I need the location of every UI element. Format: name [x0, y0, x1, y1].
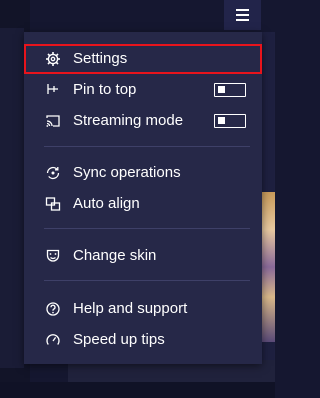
menu-item-label: Streaming mode [73, 112, 184, 129]
menu-item-speed-up-tips[interactable]: Speed up tips [24, 325, 262, 355]
dropdown-menu: Settings Pin to top Streaming mode Sync … [24, 32, 262, 364]
menu-item-label: Sync operations [73, 164, 181, 181]
menu-divider [44, 280, 250, 281]
align-icon [45, 196, 61, 212]
menu-divider [44, 228, 250, 229]
background-artwork [262, 192, 275, 342]
background-bottom-edge [0, 382, 275, 398]
skin-icon [45, 248, 61, 264]
menu-item-pin-to-top[interactable]: Pin to top [24, 75, 262, 105]
menu-item-auto-align[interactable]: Auto align [24, 189, 262, 219]
menu-item-streaming-mode[interactable]: Streaming mode [24, 106, 262, 136]
menu-item-sync-operations[interactable]: Sync operations [24, 158, 262, 188]
menu-divider [44, 146, 250, 147]
menu-item-settings[interactable]: Settings [24, 44, 262, 74]
menu-item-change-skin[interactable]: Change skin [24, 241, 262, 271]
cast-icon [45, 113, 61, 129]
pin-to-top-toggle[interactable] [214, 83, 246, 97]
menu-item-label: Speed up tips [73, 331, 165, 348]
gear-icon [45, 51, 61, 67]
menu-item-label: Settings [73, 50, 128, 67]
hamburger-icon [236, 9, 249, 11]
background-panel [0, 28, 24, 368]
speedometer-icon [45, 332, 61, 348]
menu-button[interactable] [224, 0, 261, 30]
pin-icon [45, 82, 61, 98]
menu-item-label: Change skin [73, 247, 157, 264]
streaming-mode-toggle[interactable] [214, 114, 246, 128]
menu-item-help-and-support[interactable]: Help and support [24, 294, 262, 324]
menu-item-label: Auto align [73, 195, 140, 212]
menu-item-label: Pin to top [73, 81, 137, 98]
help-icon [45, 301, 61, 317]
menu-item-label: Help and support [73, 300, 188, 317]
sync-icon [45, 165, 61, 181]
